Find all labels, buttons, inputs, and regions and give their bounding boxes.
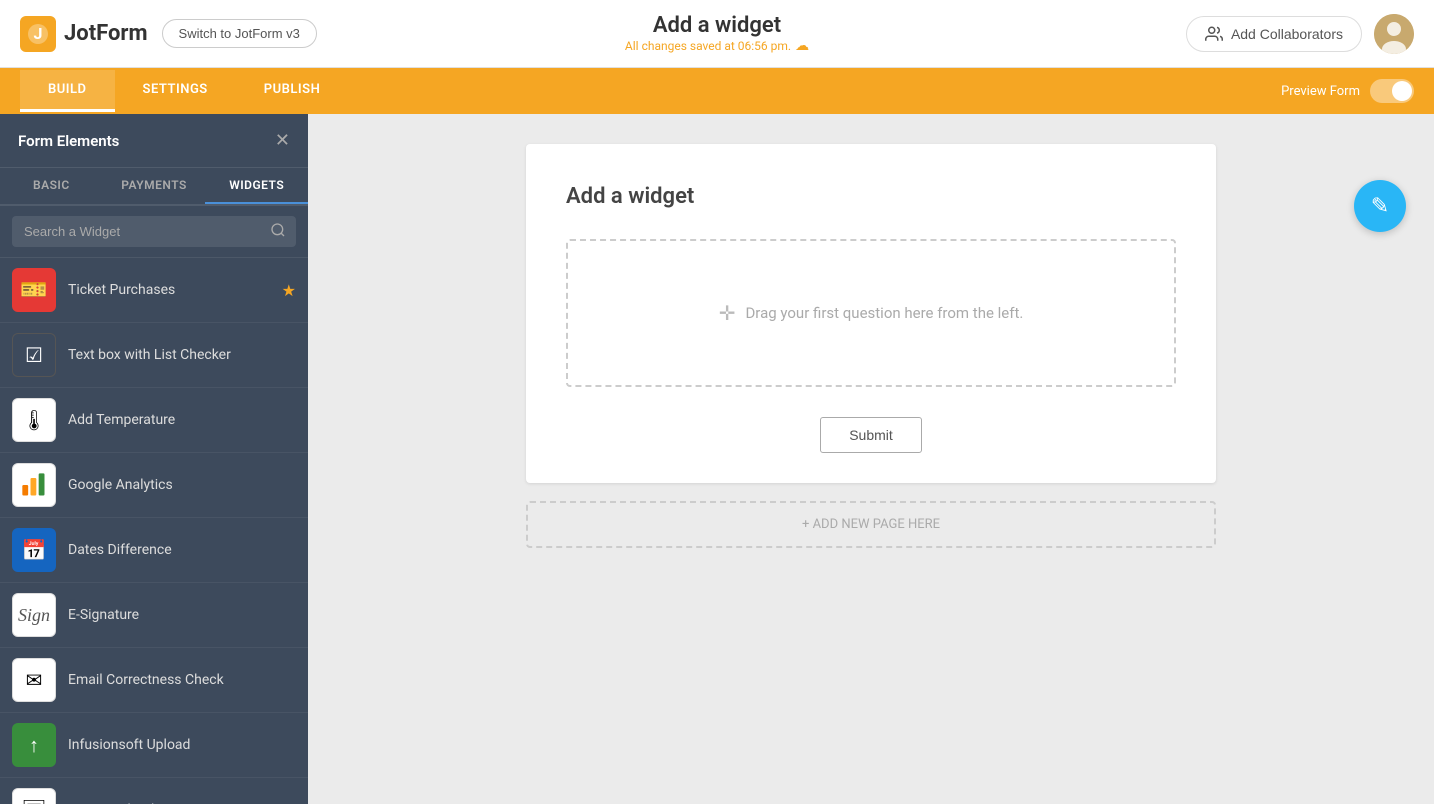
- widget-label-add-temperature: Add Temperature: [68, 412, 296, 428]
- image-upload-preview-icon: 🖼: [12, 788, 56, 804]
- widget-label-e-signature: E-Signature: [68, 607, 296, 623]
- sub-tab-basic[interactable]: BASIC: [0, 168, 103, 204]
- preview-form-label: Preview Form: [1281, 84, 1360, 99]
- widget-label-ticket-purchases: Ticket Purchases: [68, 282, 270, 298]
- sub-tab-widgets[interactable]: WIDGETS: [205, 168, 308, 204]
- logo-text: JotForm: [64, 21, 148, 46]
- switch-version-button[interactable]: Switch to JotForm v3: [162, 19, 317, 48]
- infusionsoft-upload-icon: ↑: [12, 723, 56, 767]
- google-analytics-icon: [12, 463, 56, 507]
- search-container: [0, 206, 308, 258]
- ticket-purchases-icon: 🎫: [12, 268, 56, 312]
- tab-settings[interactable]: SETTINGS: [115, 70, 236, 112]
- google-analytics-chart-icon: [20, 471, 48, 499]
- add-temperature-icon: 🌡: [12, 398, 56, 442]
- widget-label-dates-difference: Dates Difference: [68, 542, 296, 558]
- widget-label-infusionsoft-upload: Infusionsoft Upload: [68, 737, 296, 753]
- navbar: BUILD SETTINGS PUBLISH Preview Form: [0, 68, 1434, 114]
- sidebar-title: Form Elements: [18, 132, 119, 150]
- form-card-title: Add a widget: [566, 184, 1176, 209]
- widget-label-email-correctness-check: Email Correctness Check: [68, 672, 296, 688]
- preview-form-toggle-container: Preview Form: [1281, 79, 1414, 103]
- header-center: Add a widget All changes saved at 06:56 …: [625, 13, 809, 54]
- widget-label-text-box-list-checker: Text box with List Checker: [68, 347, 296, 363]
- tab-build[interactable]: BUILD: [20, 70, 115, 112]
- avatar[interactable]: [1374, 14, 1414, 54]
- fab-button[interactable]: ✎: [1354, 180, 1406, 232]
- widget-label-google-analytics: Google Analytics: [68, 477, 296, 493]
- list-item[interactable]: 🎫 Ticket Purchases ★: [0, 258, 308, 323]
- drop-zone-icon: ✛: [719, 301, 736, 325]
- list-item[interactable]: 🌡 Add Temperature: [0, 388, 308, 453]
- fab-icon: ✎: [1371, 194, 1389, 219]
- sub-tabs: BASIC PAYMENTS WIDGETS: [0, 168, 308, 206]
- sidebar-header: Form Elements ✕: [0, 114, 308, 168]
- drop-zone-text: Drag your first question here from the l…: [745, 304, 1023, 322]
- tab-publish[interactable]: PUBLISH: [236, 70, 349, 112]
- toggle-knob: [1392, 81, 1412, 101]
- add-collaborators-button[interactable]: Add Collaborators: [1186, 16, 1362, 52]
- header-left: J JotForm Switch to JotForm v3: [20, 16, 317, 52]
- dates-difference-icon: 📅: [12, 528, 56, 572]
- close-sidebar-button[interactable]: ✕: [275, 130, 290, 151]
- sidebar: Form Elements ✕ BASIC PAYMENTS WIDGETS 🎫…: [0, 114, 308, 804]
- save-cloud-icon: ☁: [795, 38, 809, 54]
- list-item[interactable]: 🖼 Image Upload Preview: [0, 778, 308, 804]
- svg-text:J: J: [34, 24, 43, 43]
- page-title: Add a widget: [625, 13, 809, 38]
- user-avatar-icon: [1374, 14, 1414, 54]
- email-correctness-check-icon: ✉: [12, 658, 56, 702]
- search-icon: [270, 222, 286, 242]
- add-new-page-bar[interactable]: + ADD NEW PAGE HERE: [526, 501, 1216, 548]
- e-signature-icon: Sign: [12, 593, 56, 637]
- list-item[interactable]: ↑ Infusionsoft Upload: [0, 713, 308, 778]
- nav-tabs: BUILD SETTINGS PUBLISH: [20, 70, 348, 112]
- header: J JotForm Switch to JotForm v3 Add a wid…: [0, 0, 1434, 68]
- text-box-list-checker-icon: ☑: [12, 333, 56, 377]
- logo: J JotForm: [20, 16, 148, 52]
- jotform-logo-icon: J: [20, 16, 56, 52]
- list-item[interactable]: ☑ Text box with List Checker: [0, 323, 308, 388]
- list-item[interactable]: 📅 Dates Difference: [0, 518, 308, 583]
- canvas: Add a widget ✛ Drag your first question …: [308, 114, 1434, 804]
- form-card: Add a widget ✛ Drag your first question …: [526, 144, 1216, 483]
- add-collaborators-icon: [1205, 25, 1223, 43]
- list-item[interactable]: Google Analytics: [0, 453, 308, 518]
- preview-form-toggle[interactable]: [1370, 79, 1414, 103]
- list-item[interactable]: Sign E-Signature: [0, 583, 308, 648]
- add-collaborators-label: Add Collaborators: [1231, 26, 1343, 42]
- save-status: All changes saved at 06:56 pm. ☁: [625, 38, 809, 54]
- drop-zone[interactable]: ✛ Drag your first question here from the…: [566, 239, 1176, 387]
- list-item[interactable]: ✉ Email Correctness Check: [0, 648, 308, 713]
- sub-tab-payments[interactable]: PAYMENTS: [103, 168, 206, 204]
- search-input[interactable]: [12, 216, 296, 247]
- header-right: Add Collaborators: [1186, 14, 1414, 54]
- star-icon[interactable]: ★: [282, 281, 296, 300]
- main: Form Elements ✕ BASIC PAYMENTS WIDGETS 🎫…: [0, 114, 1434, 804]
- submit-button[interactable]: Submit: [820, 417, 922, 453]
